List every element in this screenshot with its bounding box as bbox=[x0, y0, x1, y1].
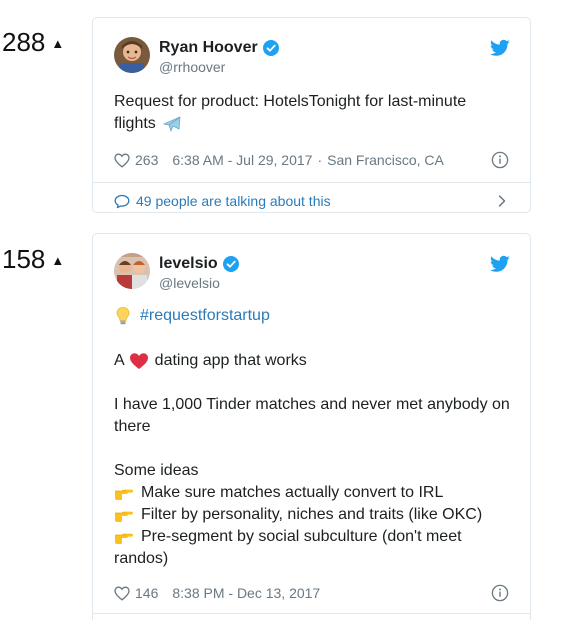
airplane-icon bbox=[162, 115, 182, 133]
lightbulb-icon bbox=[114, 306, 132, 326]
upvote-icon[interactable]: ▲ bbox=[51, 36, 64, 51]
tweet-header: Ryan Hoover @rrhoover bbox=[93, 18, 530, 88]
red-heart-icon bbox=[129, 352, 149, 370]
embedded-tweet: levelsio @levelsio #requestforstartup A bbox=[92, 233, 531, 620]
tweet-header: levelsio @levelsio bbox=[93, 234, 530, 304]
author-handle[interactable]: @rrhoover bbox=[159, 59, 225, 75]
tweet-line: there bbox=[114, 418, 151, 435]
twitter-bird-icon[interactable] bbox=[489, 39, 510, 57]
pointing-hand-icon bbox=[114, 485, 134, 501]
pointing-hand-icon bbox=[114, 529, 134, 545]
verified-icon bbox=[262, 40, 279, 56]
tweet-line-text: dating app that works bbox=[154, 352, 307, 369]
idea-text: Pre-segment by social subculture (don't … bbox=[141, 528, 462, 545]
tweet-line-text: flights bbox=[114, 115, 156, 132]
idea-item: Pre-segment by social subculture (don't … bbox=[114, 526, 510, 548]
tweet-timestamp[interactable]: 8:38 PM - Dec 13, 2017 bbox=[172, 585, 320, 601]
heart-icon[interactable] bbox=[114, 153, 130, 168]
tweet-text: #requestforstartup A dating app that wor… bbox=[93, 305, 530, 570]
like-count[interactable]: 146 bbox=[135, 585, 158, 601]
tweet-timestamp[interactable]: 6:38 AM - Jul 29, 2017 bbox=[172, 152, 312, 168]
idea-item: Filter by personality, niches and traits… bbox=[114, 504, 510, 526]
pointing-hand-icon bbox=[114, 507, 134, 523]
verified-icon bbox=[222, 256, 239, 272]
embedded-tweet: Ryan Hoover @rrhoover Request for produc… bbox=[92, 17, 531, 213]
tweet-line: A dating app that works bbox=[114, 350, 510, 372]
vote-number: 288 bbox=[2, 27, 46, 57]
tweet-line: flights bbox=[114, 113, 510, 135]
twitter-bird-icon[interactable] bbox=[489, 255, 510, 273]
tweet-meta: 146 8:38 PM - Dec 13, 2017 bbox=[93, 583, 530, 603]
name-line: levelsio bbox=[159, 255, 239, 273]
tweet-line: Some ideas bbox=[114, 462, 199, 479]
author-name[interactable]: levelsio bbox=[159, 255, 218, 273]
author-handle[interactable]: @levelsio bbox=[159, 275, 220, 291]
info-icon[interactable] bbox=[491, 151, 509, 169]
tweet-line: I have 1,000 Tinder matches and never me… bbox=[114, 396, 510, 413]
like-count[interactable]: 263 bbox=[135, 152, 158, 168]
hashtag-link[interactable]: #requestforstartup bbox=[140, 305, 270, 327]
heart-icon[interactable] bbox=[114, 586, 130, 601]
author-name[interactable]: Ryan Hoover bbox=[159, 39, 258, 57]
idea-item: Make sure matches actually convert to IR… bbox=[114, 482, 510, 504]
tweet-location[interactable]: San Francisco, CA bbox=[327, 152, 444, 168]
tweet-text: Request for product: HotelsTonight for l… bbox=[93, 91, 530, 135]
idea-text: Filter by personality, niches and traits… bbox=[141, 506, 483, 523]
name-line: Ryan Hoover bbox=[159, 39, 279, 57]
info-icon[interactable] bbox=[491, 584, 509, 602]
upvote-icon[interactable]: ▲ bbox=[51, 253, 64, 268]
meta-separator: · bbox=[317, 152, 323, 168]
tweet-line-text: A bbox=[114, 352, 125, 369]
divider bbox=[93, 613, 530, 614]
avatar[interactable] bbox=[114, 37, 150, 73]
vote-count[interactable]: 158 ▲ bbox=[2, 244, 64, 275]
idea-text: Make sure matches actually convert to IR… bbox=[141, 484, 444, 501]
vote-count[interactable]: 288 ▲ bbox=[2, 27, 64, 58]
hashtag-line: #requestforstartup bbox=[114, 305, 510, 327]
tweet-line: randos) bbox=[114, 550, 169, 567]
chevron-right-icon bbox=[496, 194, 508, 208]
tweet-line: Request for product: HotelsTonight for l… bbox=[114, 93, 467, 110]
conversation-link[interactable]: 49 people are talking about this bbox=[93, 183, 530, 219]
speech-bubble-icon bbox=[114, 194, 130, 209]
conversation-text: 49 people are talking about this bbox=[136, 193, 331, 209]
avatar[interactable] bbox=[114, 253, 150, 289]
tweet-meta: 263 6:38 AM - Jul 29, 2017 · San Francis… bbox=[93, 150, 530, 170]
vote-number: 158 bbox=[2, 244, 46, 274]
